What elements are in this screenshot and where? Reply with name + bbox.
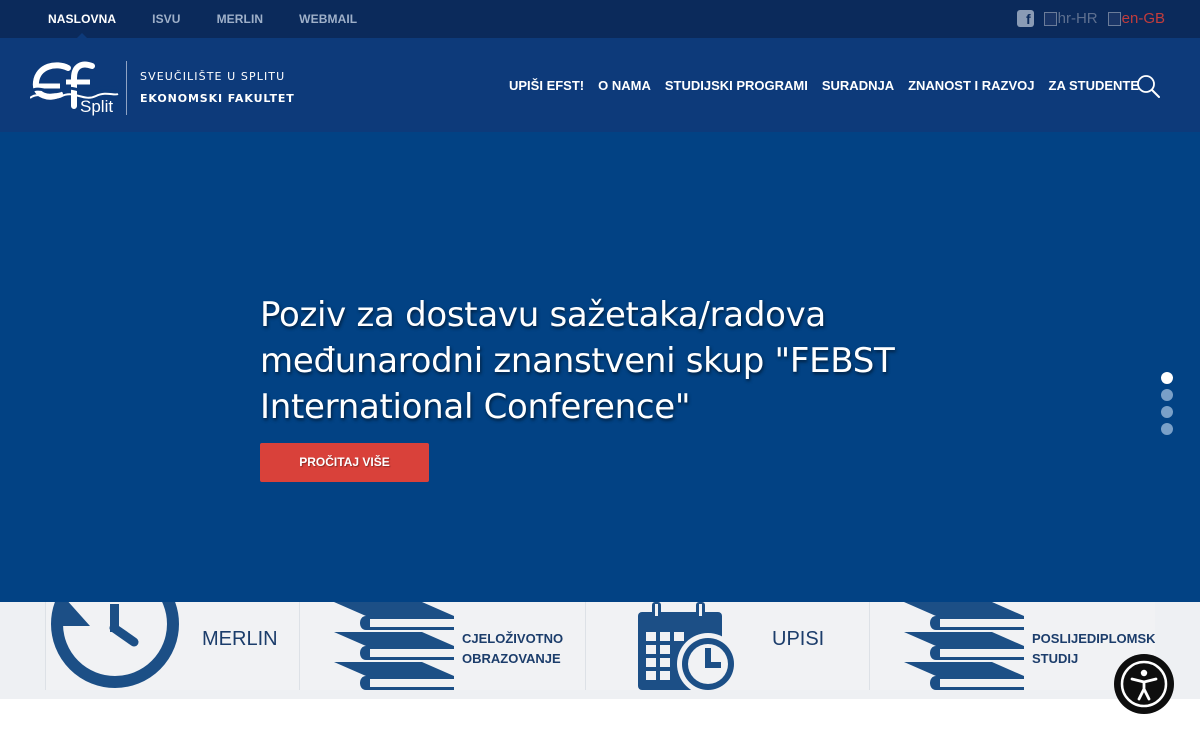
books-icon (904, 602, 1024, 690)
read-more-button[interactable]: PROČITAJ VIŠE (260, 443, 429, 482)
broken-image-icon (1043, 11, 1057, 26)
calendar-clock-icon (638, 602, 739, 690)
quicklink-cjelozivotno-line2: OBRAZOVANJE (462, 651, 561, 666)
nav-studijski-programi[interactable]: STUDIJSKI PROGRAMI (665, 78, 808, 93)
site-header: Split SVEUČILIŠTE U SPLITU EKONOMSKI FAK… (0, 38, 1200, 132)
efst-logo-mark: Split (29, 61, 119, 116)
lang-en-label: en-GB (1121, 10, 1165, 27)
quicklink-merlin[interactable]: MERLIN (45, 602, 299, 690)
accessibility-button[interactable] (1114, 654, 1174, 714)
nav-znanost-i-razvoj[interactable]: ZNANOST I RAZVOJ (908, 78, 1034, 93)
quicklink-cjelozivotno[interactable]: CJELOŽIVOTNO OBRAZOVANJE (299, 602, 585, 690)
quicklink-poslijediplomski[interactable]: POSLIJEDIPLOMSKI STUDIJ (869, 602, 1155, 690)
nav-suradnja[interactable]: SURADNJA (822, 78, 894, 93)
history-icon (51, 602, 179, 688)
hero-title: Poziv za dostavu sažetaka/radova međunar… (260, 295, 895, 427)
nav-za-studente[interactable]: ZA STUDENTE (1049, 78, 1140, 93)
quicklink-cjelozivotno-line1: CJELOŽIVOTNO (462, 631, 564, 646)
faculty-name: EKONOMSKI FAKULTET (140, 92, 295, 105)
books-icon (334, 602, 454, 690)
accessibility-icon (1120, 660, 1168, 708)
facebook-icon[interactable]: f (1016, 10, 1034, 27)
efst-logo[interactable]: Split (29, 60, 120, 116)
lang-hr-link[interactable]: hr-HR (1043, 10, 1098, 27)
nav-upisi-efst[interactable]: UPIŠI EFST! (509, 78, 584, 93)
quick-links: MERLIN CJELOŽIVOTNO OBRAZOVANJE UPISI PO… (0, 602, 1200, 699)
lang-hr-label: hr-HR (1057, 10, 1098, 27)
university-name: SVEUČILIŠTE U SPLITU (140, 70, 286, 83)
top-link-merlin[interactable]: MERLIN (217, 12, 264, 26)
logo-divider (126, 61, 127, 115)
quicklink-poslijediplomski-line1: POSLIJEDIPLOMSKI (1032, 631, 1155, 646)
top-right: f hr-HR en-GB (1016, 10, 1165, 27)
hero-slider: Poziv za dostavu sažetaka/radova međunar… (0, 132, 1200, 602)
slider-dots (1161, 372, 1173, 435)
quicklink-cjelozivotno-label: CJELOŽIVOTNO OBRAZOVANJE (462, 629, 563, 669)
slider-dot-3[interactable] (1161, 406, 1173, 418)
lang-en-link[interactable]: en-GB (1107, 10, 1165, 27)
top-link-webmail[interactable]: WEBMAIL (299, 12, 357, 26)
top-bar: NASLOVNA ISVU MERLIN WEBMAIL f hr-HR en-… (0, 0, 1200, 38)
quicklink-merlin-label: MERLIN (202, 628, 278, 650)
top-links: NASLOVNA ISVU MERLIN WEBMAIL (48, 0, 357, 38)
slider-dot-4[interactable] (1161, 423, 1173, 435)
search-icon[interactable] (1136, 74, 1160, 98)
broken-image-icon (1107, 11, 1121, 26)
main-nav: UPIŠI EFST! O NAMA STUDIJSKI PROGRAMI SU… (509, 38, 1139, 132)
quicklink-upisi-label: UPISI (772, 628, 825, 650)
slider-dot-1[interactable] (1161, 372, 1173, 384)
top-link-isvu[interactable]: ISVU (152, 12, 180, 26)
nav-o-nama[interactable]: O NAMA (598, 78, 651, 93)
top-link-naslovna[interactable]: NASLOVNA (48, 12, 116, 26)
quicklink-upisi[interactable]: UPISI (585, 602, 869, 690)
logo-text: Split (80, 97, 113, 116)
slider-dot-2[interactable] (1161, 389, 1173, 401)
